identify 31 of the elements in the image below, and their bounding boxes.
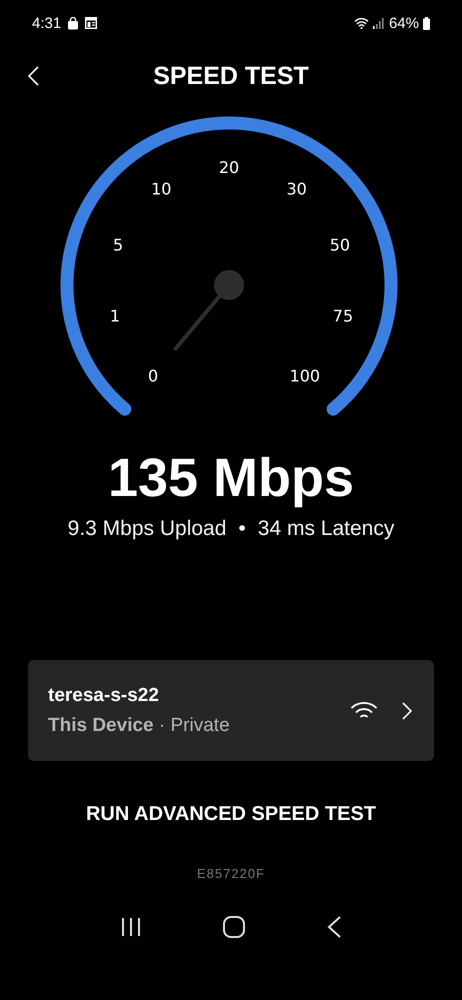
wifi-icon	[350, 700, 378, 720]
battery-icon	[423, 16, 430, 30]
network-type: · Private	[158, 714, 230, 736]
gauge-label: 10	[151, 179, 172, 198]
recent-apps-icon[interactable]	[120, 916, 142, 938]
device-id: E857220F	[196, 866, 266, 881]
advanced-test-button[interactable]: RUN ADVANCED SPEED TEST	[78, 799, 384, 830]
gauge-label: 30	[286, 179, 307, 198]
gauge-label: 5	[113, 236, 124, 255]
gauge-label: 50	[330, 236, 350, 255]
gauge-label: 0	[148, 366, 158, 386]
gauge-label: 1	[110, 306, 120, 326]
device-label: This Device	[48, 714, 154, 736]
device-card[interactable]: teresa-s-s22 This Device · Private	[28, 660, 434, 761]
gauge-label: 100	[290, 366, 320, 386]
news-icon	[85, 17, 98, 29]
device-name: teresa-s-s22	[48, 684, 160, 706]
home-icon[interactable]	[222, 915, 246, 939]
download-speed: 135 Mbps	[106, 447, 356, 510]
latency: 34 ms Latency	[258, 517, 394, 541]
battery-percent: 64%	[388, 14, 419, 32]
back-icon[interactable]	[326, 915, 342, 939]
wifi-icon	[354, 17, 369, 29]
status-time: 4:31	[32, 14, 62, 32]
signal-icon	[372, 17, 385, 29]
screen-title: SPEED TEST	[153, 62, 309, 90]
separator-dot: •	[238, 517, 246, 541]
upload-speed: 9.3 Mbps Upload	[68, 517, 226, 541]
gauge-label: 75	[332, 306, 354, 326]
chevron-right-icon	[402, 702, 412, 720]
gauge-label: 20	[218, 158, 240, 177]
